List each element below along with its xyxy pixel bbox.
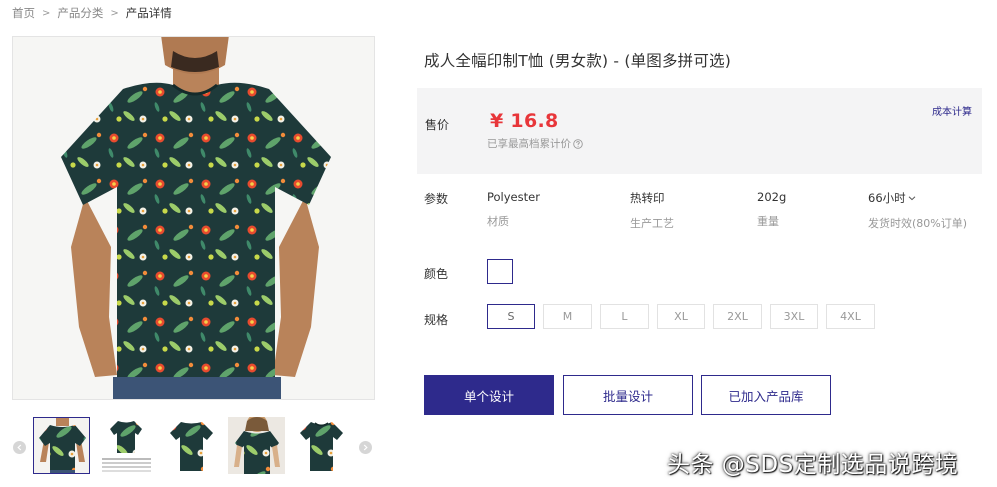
param-value: 热转印: [630, 191, 665, 205]
price-value: ¥ 16.8: [490, 110, 559, 132]
thumbnail-front-flat-size-chart[interactable]: [98, 417, 155, 474]
thumbnail-prev-button[interactable]: [13, 441, 26, 454]
question-circle-icon[interactable]: [573, 138, 583, 149]
breadcrumb-category-link[interactable]: 产品分类: [57, 5, 103, 21]
chevron-right-icon: [362, 444, 369, 451]
size-option-2xl[interactable]: 2XL: [713, 304, 762, 329]
added-to-library-button[interactable]: 已加入产品库: [701, 375, 831, 415]
param-delivery: 66小时 发货时效(80%订单): [868, 190, 967, 231]
param-weight: 202g 重量: [757, 190, 786, 229]
param-material: Polyester 材质: [487, 190, 540, 229]
param-label: 材质: [487, 215, 509, 228]
color-swatch-white[interactable]: [487, 259, 513, 284]
param-process: 热转印 生产工艺: [630, 190, 674, 231]
thumbnail-front-model[interactable]: [33, 417, 90, 474]
thumbnail-front-flat[interactable]: [293, 417, 350, 474]
breadcrumb-home-link[interactable]: 首页: [12, 5, 35, 21]
size-label: 规格: [424, 313, 449, 327]
price-note-text: 已享最高档累计价: [487, 138, 571, 150]
size-option-3xl[interactable]: 3XL: [770, 304, 818, 329]
chevron-down-icon: [908, 191, 916, 205]
size-option-l[interactable]: L: [600, 304, 649, 329]
size-option-4xl[interactable]: 4XL: [826, 304, 875, 329]
param-value: Polyester: [487, 190, 540, 204]
breadcrumb-separator: >: [42, 7, 51, 19]
single-design-button[interactable]: 单个设计: [424, 375, 554, 415]
price-label: 售价: [425, 118, 450, 132]
size-option-m[interactable]: M: [543, 304, 592, 329]
param-label: 重量: [757, 215, 779, 228]
thumbnail-female-model[interactable]: [228, 417, 285, 474]
color-label: 颜色: [424, 267, 449, 281]
cost-calculation-link[interactable]: 成本计算: [932, 103, 972, 118]
thumbnail-back-flat[interactable]: [163, 417, 220, 474]
breadcrumb-current: 产品详情: [125, 6, 172, 20]
param-label: 生产工艺: [630, 217, 674, 230]
breadcrumb-separator: >: [110, 7, 119, 19]
param-value: 66小时: [868, 191, 906, 205]
batch-design-button[interactable]: 批量设计: [563, 375, 693, 415]
size-option-xl[interactable]: XL: [657, 304, 705, 329]
chevron-left-icon: [16, 444, 23, 451]
param-label: 发货时效(80%订单): [868, 217, 968, 230]
thumbnail-next-button[interactable]: [359, 441, 372, 454]
param-value: 202g: [757, 190, 787, 204]
watermark-overlay: 头条 @SDS定制选品说跨境: [667, 452, 959, 478]
product-title: 成人全幅印制T恤 (男女款) - (单图多拼可选): [424, 52, 732, 70]
params-label: 参数: [424, 192, 449, 206]
size-option-s[interactable]: S: [487, 304, 535, 329]
delivery-time-dropdown[interactable]: 66小时: [868, 190, 967, 206]
price-panel: 售价 ¥ 16.8 已享最高档累计价 成本计算: [417, 88, 982, 174]
breadcrumb: 首页 > 产品分类 > 产品详情: [12, 5, 172, 21]
price-note: 已享最高档累计价: [487, 136, 583, 151]
main-product-image[interactable]: [12, 36, 375, 400]
